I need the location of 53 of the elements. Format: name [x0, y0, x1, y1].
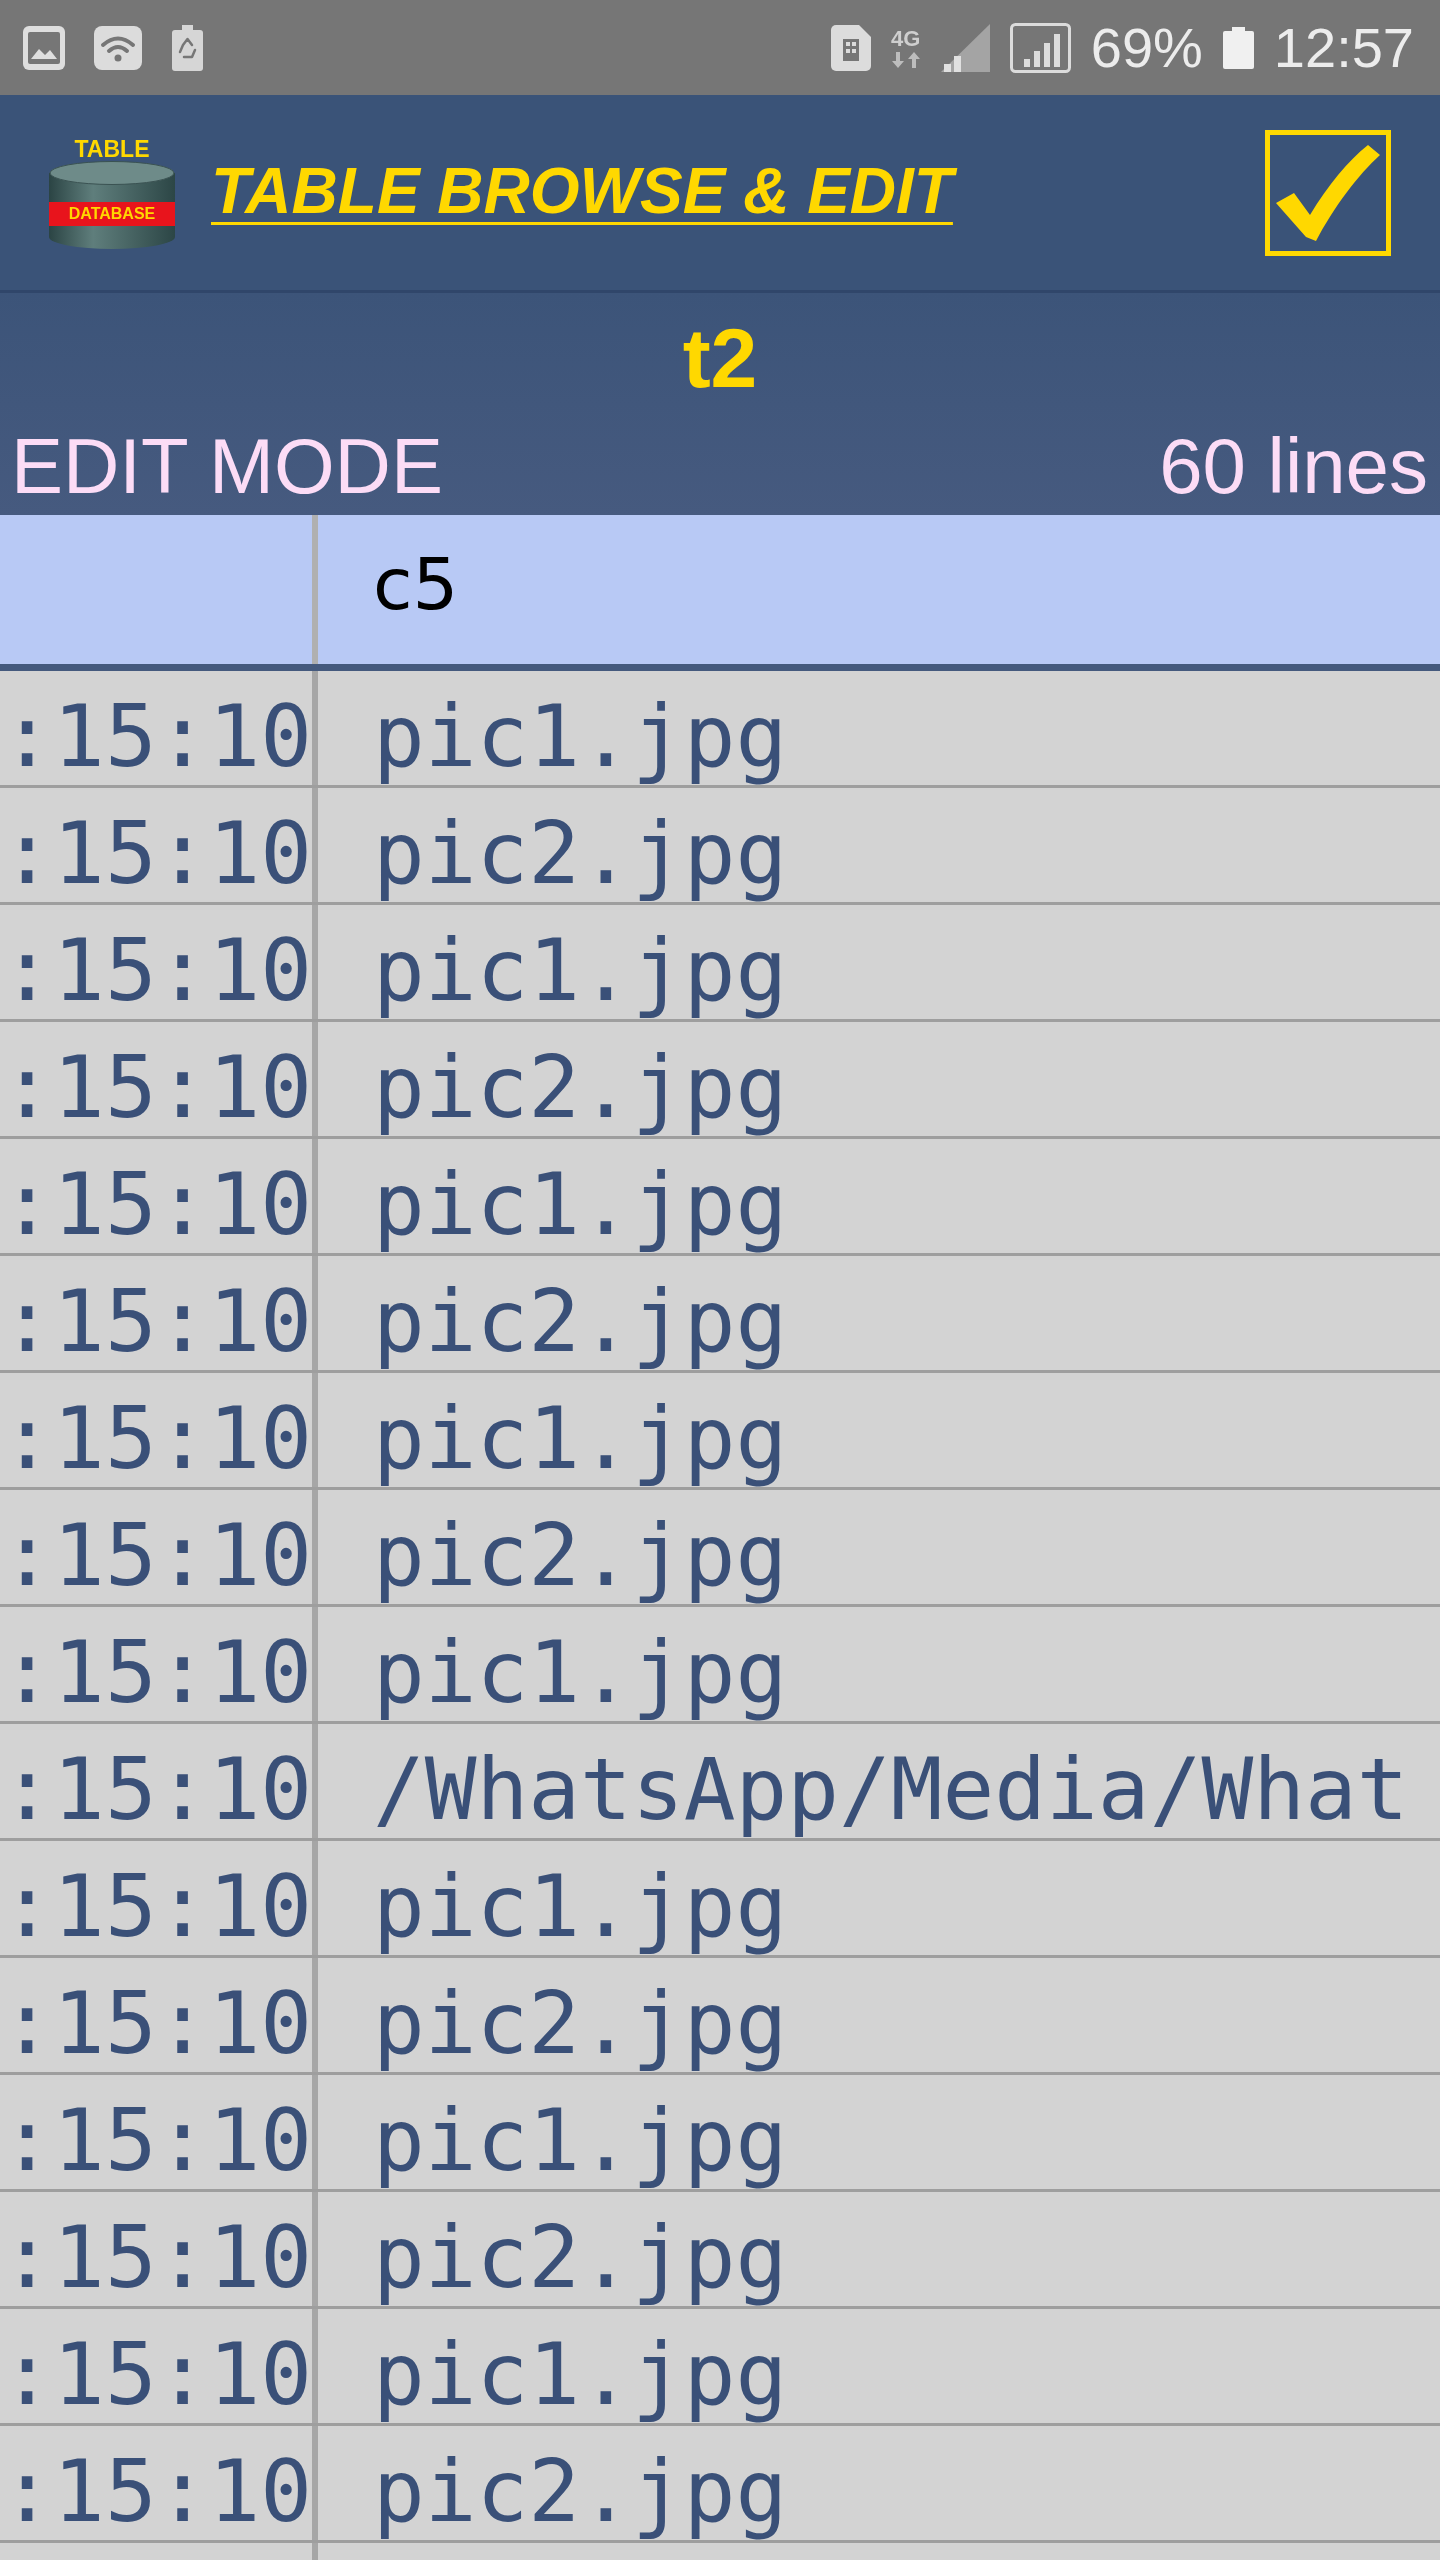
table-cell-text: pic1.jpg [372, 2089, 789, 2189]
logo-label: TABLE [74, 136, 150, 161]
table-cell-text: pic1.jpg [372, 685, 789, 785]
table-cell-text: :15:10 [0, 1855, 312, 1955]
table-cell-text: :15:10 [0, 685, 312, 785]
table-cell-text: :15:10 [0, 1270, 312, 1370]
table-cell-text: :15:10 [0, 2089, 312, 2189]
battery-icon [1222, 26, 1254, 69]
line-count: 60 lines [1159, 421, 1428, 511]
table-cell-text: pic1.jpg [372, 1153, 789, 1253]
table-name: t2 [682, 310, 758, 406]
table-cell-text: :15:10 [0, 1621, 312, 1721]
table-cell-text: pic1.jpg [372, 1855, 789, 1955]
signal-icon [1009, 22, 1071, 73]
database-icon [49, 160, 175, 249]
table-cell-text: :15:10 [0, 919, 312, 1019]
table-cell-text: /WhatsApp/Media/What [372, 1738, 1410, 1838]
table-cell-text: :15:10 [0, 2323, 312, 2423]
wifi-icon [94, 25, 142, 70]
table-cell-text: pic1.jpg [372, 1621, 789, 1721]
mode-label: EDIT MODE [11, 421, 443, 511]
table-cell-text: :15:10 [0, 1036, 312, 1136]
data-arrows-icon [890, 51, 921, 68]
table-cell-text: pic1.jpg [372, 1387, 789, 1487]
sim-card-icon [830, 24, 871, 71]
column-header: c5 [372, 541, 460, 628]
battery-recycle-icon [171, 24, 204, 71]
table-cell-text: pic1.jpg [372, 2323, 789, 2423]
table-cell-text: pic1.jpg [372, 919, 789, 1019]
table-cell-text: :15:10 [0, 802, 312, 902]
table-cell-text: pic2.jpg [372, 1270, 789, 1370]
logo-label: DATABASE [68, 203, 156, 224]
clock: 12:57 [1273, 15, 1414, 80]
battery-percent: 69% [1090, 15, 1203, 80]
table-cell-text: pic2.jpg [372, 802, 789, 902]
table-cell-text: :15:10 [0, 1738, 312, 1838]
table-cell-text: pic2.jpg [372, 2206, 789, 2306]
table-cell-text: :15:10 [0, 1972, 312, 2072]
table-cell-text: :15:10 [0, 1387, 312, 1487]
confirm-button[interactable] [1265, 129, 1391, 256]
network-type: 4G [891, 27, 921, 50]
table-cell-text: pic2.jpg [372, 1036, 789, 1136]
table-cell-text: :15:10 [0, 2440, 312, 2540]
table-cell-text: pic2.jpg [372, 1972, 789, 2072]
table-cell-text: pic2.jpg [372, 2440, 789, 2540]
image-icon [23, 25, 65, 70]
table-cell-text: :15:10 [0, 2206, 312, 2306]
table-cell-text: :15:10 [0, 1504, 312, 1604]
table-cell-text: pic2.jpg [372, 1504, 789, 1604]
app-title: TABLE BROWSE & EDIT [211, 152, 963, 233]
check-icon [1276, 144, 1380, 241]
table-cell-text: :15:10 [0, 1153, 312, 1253]
signal-icon [940, 23, 990, 72]
